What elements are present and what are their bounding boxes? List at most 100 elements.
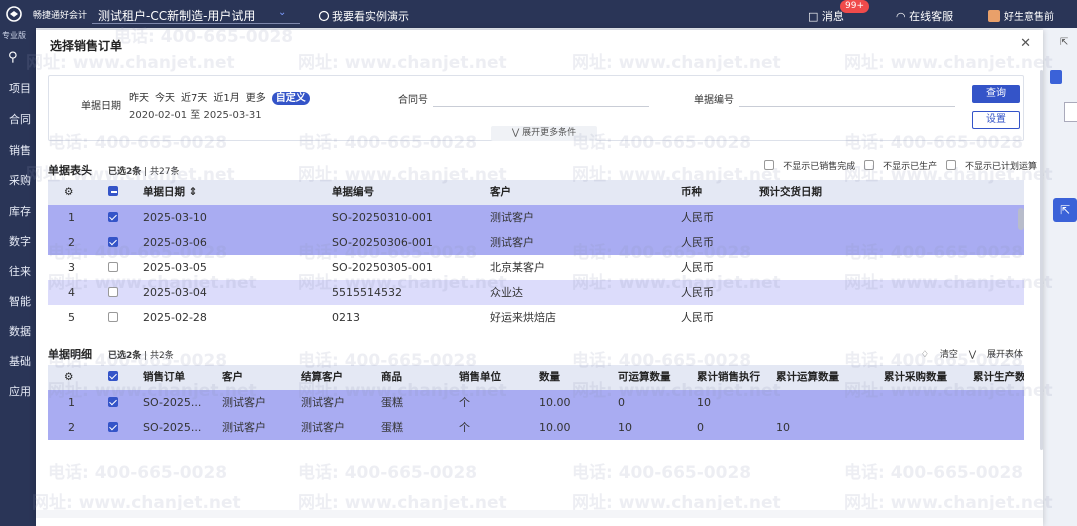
sidebar: 专业版 ⚲ 项目 合同 销售 采购 库存 数字 往来 智能 数据 基础 应用 bbox=[0, 28, 36, 526]
sidebar-item[interactable]: 智能 bbox=[9, 293, 31, 309]
modal-horizontal-scrollbar[interactable] bbox=[36, 510, 1043, 518]
doc-no-input[interactable] bbox=[739, 106, 955, 107]
table-row[interactable]: 1 2025-03-10 SO-20250310-001 测试客户 人民币 bbox=[48, 205, 1024, 230]
search-icon[interactable]: ⚲ bbox=[8, 50, 18, 65]
quick-date-custom[interactable]: 自定义 bbox=[271, 92, 310, 105]
brand-name: 畅捷通好会计 bbox=[33, 11, 88, 21]
row-currency: 人民币 bbox=[681, 261, 714, 274]
quick-date-yesterday[interactable]: 昨天 bbox=[129, 93, 149, 104]
sidebar-item[interactable]: 项目 bbox=[9, 80, 31, 96]
hide-sold-checkbox[interactable]: 不显示已销售完成 bbox=[764, 160, 855, 172]
tenant-name: 测试租户-CC新制造-用户试用 bbox=[98, 9, 256, 23]
sidebar-item[interactable]: 数字 bbox=[9, 233, 31, 249]
sidebar-edition: 专业版 bbox=[2, 31, 26, 40]
col-doc-date[interactable]: 单据日期 ⇕ bbox=[143, 180, 197, 205]
row-sales-exec: 10 bbox=[697, 396, 711, 409]
close-icon[interactable]: ✕ bbox=[1020, 36, 1031, 51]
sidebar-item[interactable]: 库存 bbox=[9, 203, 31, 219]
table-row[interactable]: 1 SO-2025... 测试客户 测试客户 蛋糕 个 10.00 0 10 bbox=[48, 390, 1024, 415]
select-all-checkbox[interactable] bbox=[108, 365, 121, 390]
quick-date-today[interactable]: 今天 bbox=[155, 93, 175, 104]
contract-no-input[interactable] bbox=[433, 106, 649, 107]
header-table-head: ⚙ 单据日期 ⇕ 单据编号 客户 币种 预计交货日期 bbox=[48, 180, 1024, 205]
sidebar-item[interactable]: 销售 bbox=[9, 142, 31, 158]
demo-link[interactable]: 我要看实例演示 bbox=[318, 8, 409, 24]
watermark: 电话: 400-665-0028 bbox=[572, 463, 752, 483]
date-filter-label: 单据日期 bbox=[81, 101, 121, 112]
sidebar-item[interactable]: 数据 bbox=[9, 323, 31, 339]
messages-button[interactable]: □ 消息 bbox=[808, 8, 844, 24]
date-range-value[interactable]: 2020-02-01 至 2025-03-31 bbox=[129, 106, 262, 121]
expand-more-label: 展开更多条件 bbox=[522, 128, 577, 138]
quick-date-more[interactable]: 更多 bbox=[246, 93, 266, 104]
quick-date-7days[interactable]: 近7天 bbox=[181, 93, 207, 104]
modal-title: 选择销售订单 bbox=[50, 39, 123, 53]
avatar bbox=[988, 10, 1000, 22]
expand-more-conditions[interactable]: ⋁ 展开更多条件 bbox=[491, 126, 597, 141]
select-sales-order-modal: 选择销售订单 ✕ 单据日期 昨天 今天 近7天 近1月 更多 自定义 2020-02-01… bbox=[26, 27, 1053, 526]
hide-planned-checkbox[interactable]: 不显示已计划运算 bbox=[945, 160, 1037, 172]
settings-button[interactable]: 设置 bbox=[972, 111, 1020, 129]
side-expand-icon[interactable]: ⇱ bbox=[1053, 198, 1077, 222]
table-row[interactable]: 3 2025-03-05 SO-20250305-001 北京某客户 人民币 bbox=[48, 255, 1024, 280]
row-sales-order: SO-2025... bbox=[143, 421, 202, 434]
col-customer: 客户 bbox=[222, 371, 243, 383]
row-checkbox[interactable] bbox=[108, 205, 121, 230]
table-row[interactable]: 4 2025-03-04 5515514532 众业达 人民币 bbox=[48, 280, 1024, 305]
col-sales-unit: 销售单位 bbox=[459, 371, 501, 383]
row-number: 3 bbox=[68, 261, 75, 274]
online-service-button[interactable]: ◠ 在线客服 bbox=[896, 8, 953, 24]
row-checkbox[interactable] bbox=[108, 415, 121, 440]
row-doc-no: SO-20250310-001 bbox=[332, 211, 433, 224]
col-sales-exec: 累计销售执行 bbox=[697, 371, 760, 383]
sidebar-item[interactable]: 合同 bbox=[9, 111, 31, 127]
query-button[interactable]: 查询 bbox=[972, 85, 1020, 103]
col-delivery-date: 预计交货日期 bbox=[759, 186, 822, 198]
row-checkbox[interactable] bbox=[108, 305, 121, 330]
detail-table-head: ⚙ 销售订单 客户 结算客户 商品 销售单位 数量 可运算数量 累计销售执行 累… bbox=[48, 365, 1024, 390]
chevron-down-icon: ⌄ bbox=[278, 7, 287, 18]
hide-produced-checkbox[interactable]: 不显示已生产 bbox=[864, 160, 937, 172]
watermark: 网址: www.chanjet.net bbox=[298, 53, 507, 73]
row-currency: 人民币 bbox=[681, 286, 714, 299]
doc-no-label: 单据编号 bbox=[694, 95, 734, 106]
detail-table: ⚙ 销售订单 客户 结算客户 商品 销售单位 数量 可运算数量 累计销售执行 累… bbox=[48, 365, 1024, 440]
detail-section-title: 单据明细 bbox=[48, 348, 92, 361]
table-row[interactable]: 2 2025-03-06 SO-20250306-001 测试客户 人民币 bbox=[48, 230, 1024, 255]
row-date: 2025-03-04 bbox=[143, 286, 207, 299]
tenant-selector[interactable]: 测试租户-CC新制造-用户试用 ⌄ bbox=[92, 4, 300, 24]
clear-button[interactable]: ♢ 清空 bbox=[921, 350, 958, 360]
header-table-scrollbar[interactable] bbox=[1018, 208, 1024, 230]
row-customer: 北京某客户 bbox=[490, 261, 545, 274]
col-calc-qty: 可运算数量 bbox=[618, 371, 671, 383]
row-currency: 人民币 bbox=[681, 311, 714, 324]
row-checkbox[interactable] bbox=[108, 255, 121, 280]
user-name: 好生意售前 bbox=[1004, 12, 1054, 23]
quick-date-1month[interactable]: 近1月 bbox=[213, 93, 239, 104]
detail-selection-count: 已选2条 | 共2条 bbox=[108, 348, 174, 361]
column-settings-icon[interactable]: ⚙ bbox=[64, 180, 73, 205]
header-table: ⚙ 单据日期 ⇕ 单据编号 客户 币种 预计交货日期 1 2025-03-10 … bbox=[48, 180, 1024, 330]
col-sales-order: 销售订单 bbox=[143, 371, 185, 383]
side-panel-edge bbox=[1064, 102, 1077, 122]
sidebar-item[interactable]: 往来 bbox=[9, 263, 31, 279]
sidebar-item[interactable]: 基础 bbox=[9, 353, 31, 369]
sidebar-item[interactable]: 应用 bbox=[9, 383, 31, 399]
row-number: 2 bbox=[68, 236, 75, 249]
expand-body-button[interactable]: ⋁ 展开表体 bbox=[969, 350, 1023, 360]
select-all-checkbox[interactable] bbox=[108, 180, 121, 205]
fullscreen-icon[interactable]: ⇱ bbox=[1060, 37, 1068, 48]
column-settings-icon[interactable]: ⚙ bbox=[64, 365, 73, 390]
table-row[interactable]: 2 SO-2025... 测试客户 测试客户 蛋糕 个 10.00 10 0 1… bbox=[48, 415, 1024, 440]
row-product: 蛋糕 bbox=[381, 421, 403, 434]
row-doc-no: SO-20250305-001 bbox=[332, 261, 433, 274]
clear-label: 清空 bbox=[939, 350, 958, 360]
sidebar-item[interactable]: 采购 bbox=[9, 172, 31, 188]
table-row[interactable]: 5 2025-02-28 0213 好运来烘焙店 人民币 bbox=[48, 305, 1024, 330]
side-tab-icon[interactable] bbox=[1050, 70, 1062, 84]
user-menu[interactable]: 好生意售前 bbox=[988, 8, 1054, 23]
row-checkbox[interactable] bbox=[108, 230, 121, 255]
row-checkbox[interactable] bbox=[108, 390, 121, 415]
modal-vertical-scrollbar[interactable] bbox=[1040, 70, 1043, 450]
row-checkbox[interactable] bbox=[108, 280, 121, 305]
